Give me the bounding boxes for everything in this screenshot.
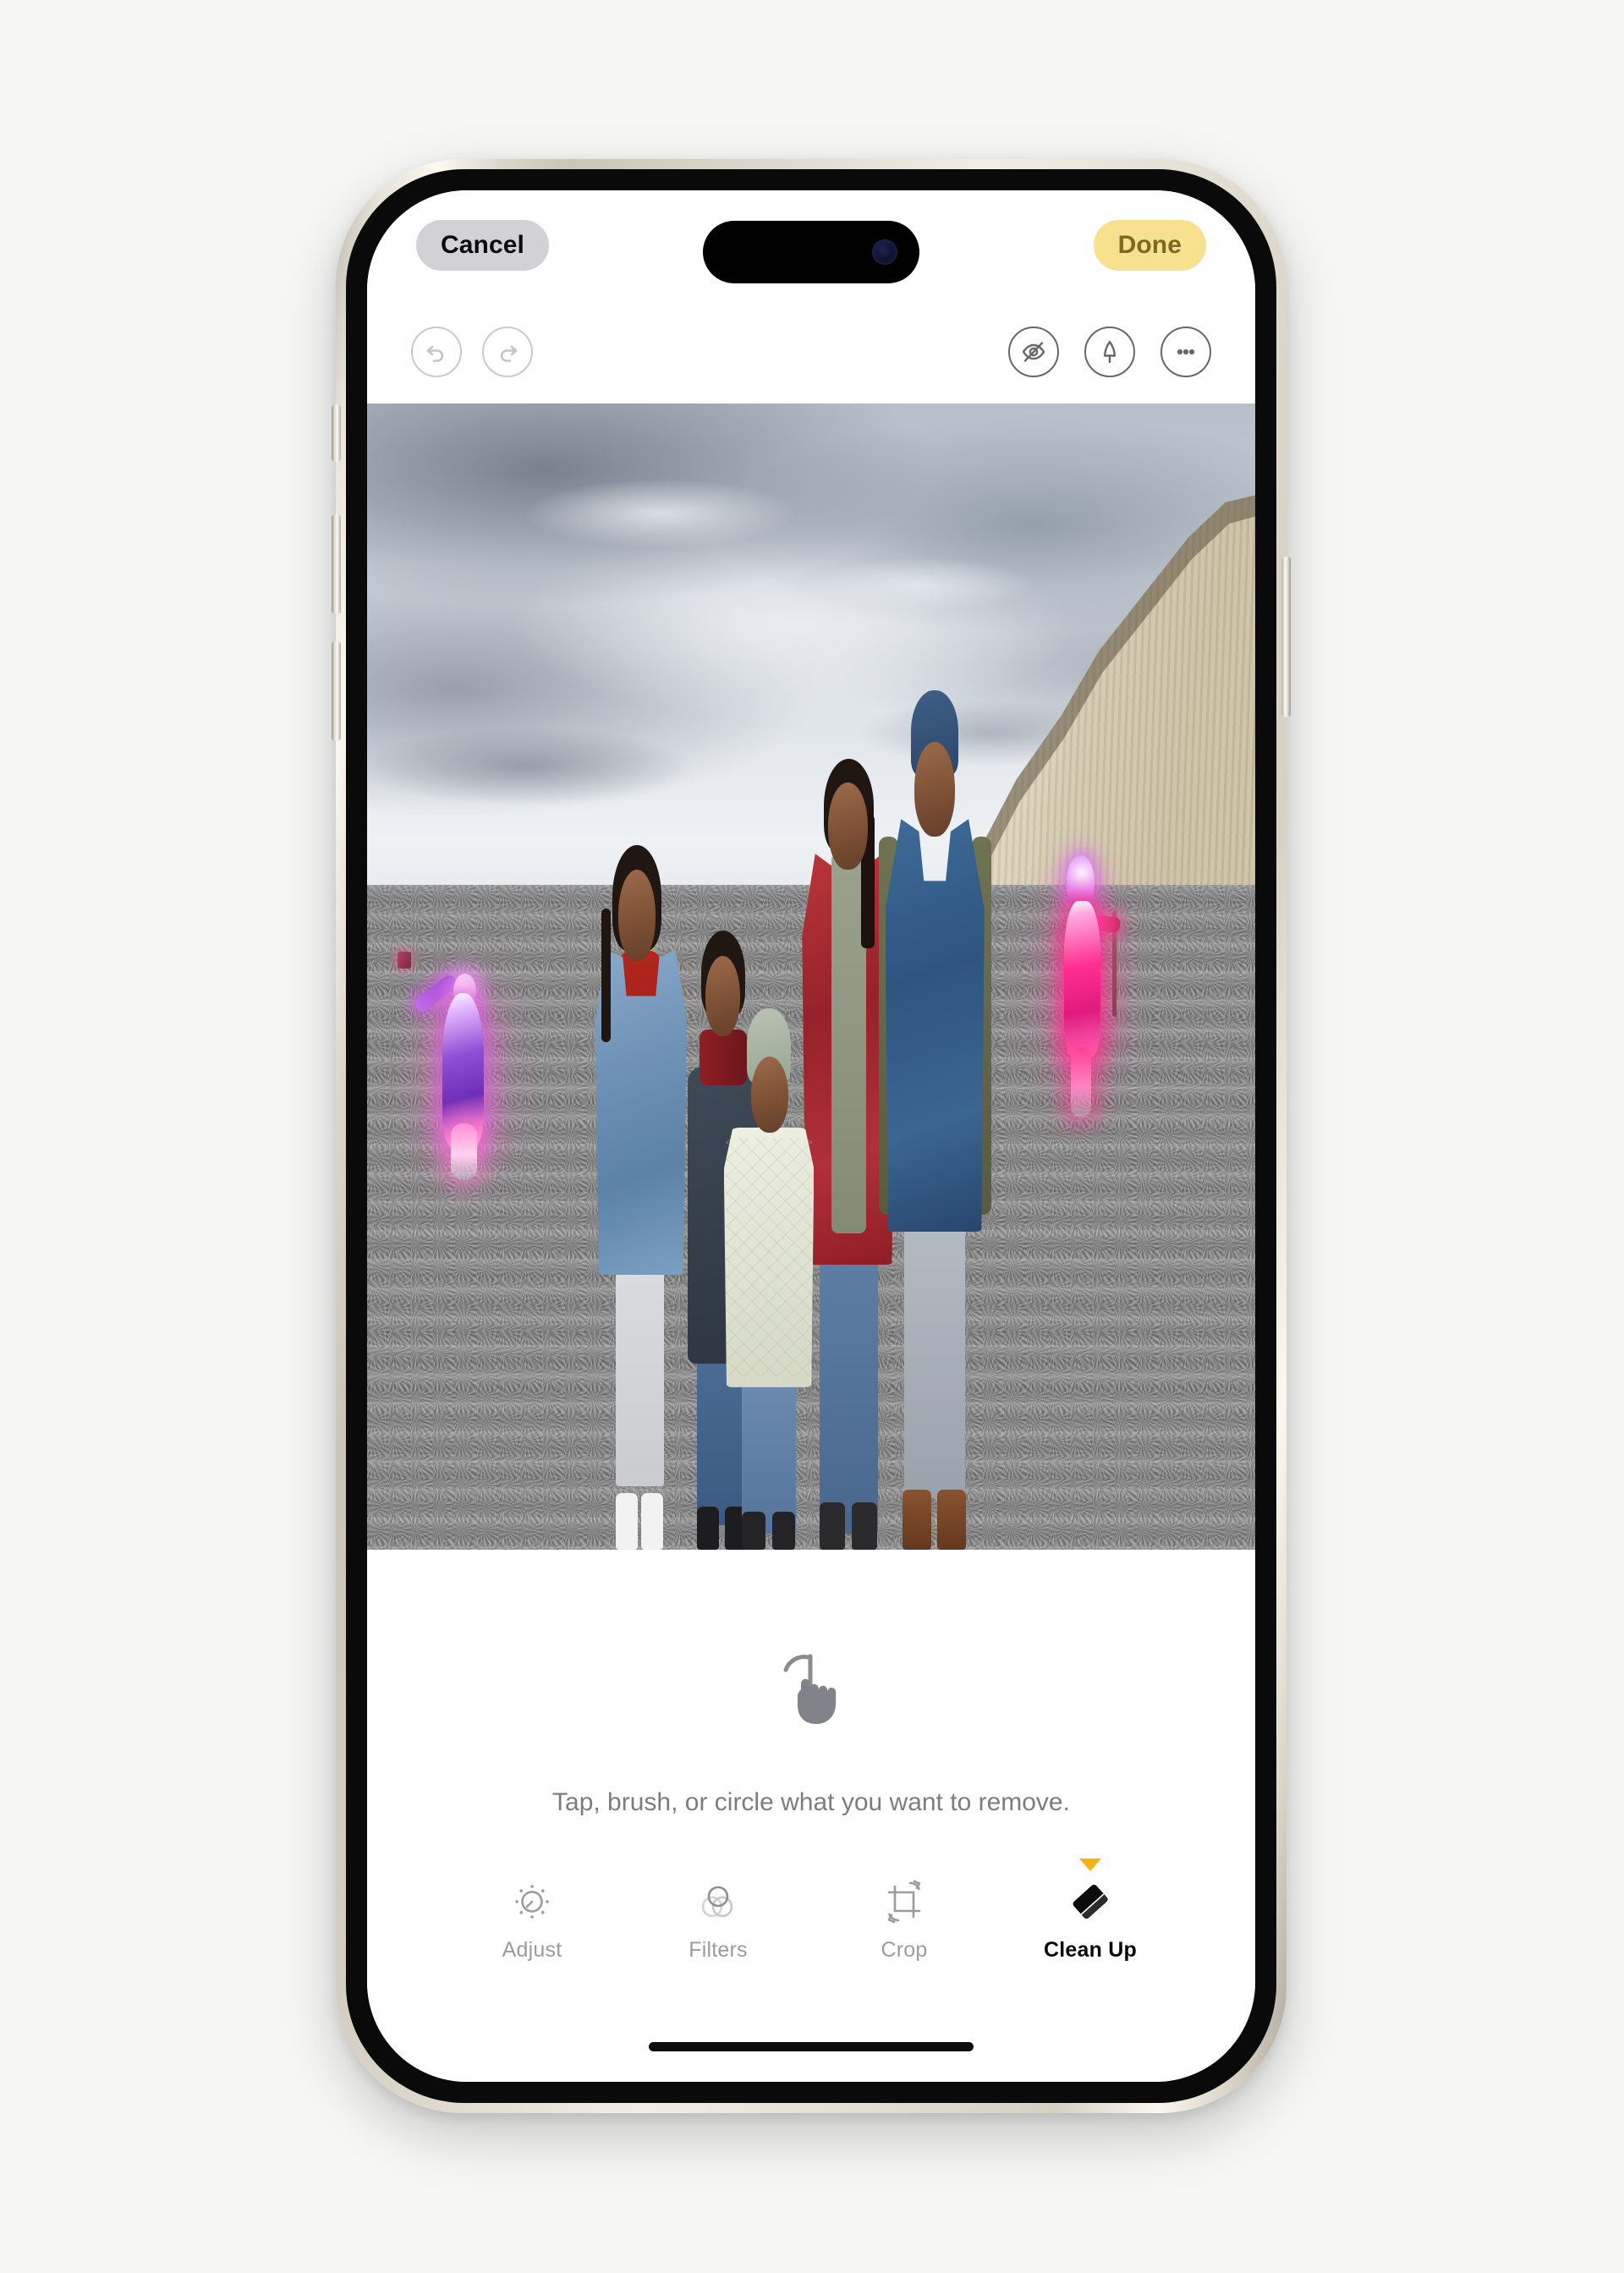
glow-subject-left[interactable] [398, 951, 505, 1181]
p1-braid [601, 908, 612, 1042]
p1-shoe-left [616, 1493, 639, 1550]
action-button[interactable] [332, 404, 341, 462]
p1-legs [616, 1254, 664, 1486]
p5-boot-right [936, 1489, 967, 1550]
p1-shoe-right [640, 1493, 663, 1550]
editor-utility-group [1008, 327, 1255, 377]
done-button[interactable]: Done [1093, 220, 1206, 271]
front-camera-icon [872, 239, 897, 265]
active-tool-marker [1079, 1858, 1101, 1871]
editor-tool-tabs: Adjust Filters Crop Clean Up [367, 1858, 1255, 1963]
volume-up-button[interactable] [332, 514, 341, 614]
p5-boot-left [902, 1489, 932, 1550]
p2-shoe-left [697, 1506, 720, 1550]
tool-cleanup-label: Clean Up [1044, 1938, 1137, 1962]
p3-face [750, 1057, 788, 1133]
editor-bottom-panel: Tap, brush, or circle what you want to r… [367, 1550, 1255, 2082]
p4-shoe-left [820, 1502, 845, 1550]
undo-redo-group [367, 327, 533, 377]
iphone-device-frame: Cancel Done Tap, brush, or circle what y… [332, 159, 1291, 2113]
screenshot-canvas: Cancel Done Tap, brush, or circle what y… [0, 0, 1624, 2273]
redo-icon[interactable] [482, 327, 533, 377]
p1-face [617, 869, 656, 962]
cleanup-hint-text: Tap, brush, or circle what you want to r… [552, 1788, 1070, 1816]
p3-shoe-right [771, 1512, 795, 1550]
device-screen: Cancel Done Tap, brush, or circle what y… [367, 190, 1255, 2082]
p4-shoe-right [852, 1502, 877, 1550]
photo-canvas[interactable] [367, 404, 1255, 1550]
adjust-dial-icon [508, 1875, 556, 1928]
tool-crop-label: Crop [881, 1938, 928, 1962]
family-group [590, 689, 991, 1550]
p3-quilt-pattern [726, 1138, 813, 1377]
power-button[interactable] [1281, 557, 1291, 717]
p5-face [914, 741, 956, 837]
person-man-vest [878, 689, 991, 1550]
tool-cleanup[interactable]: Clean Up [1034, 1858, 1146, 1963]
home-indicator[interactable] [649, 2042, 974, 2051]
tool-adjust[interactable]: Adjust [476, 1875, 588, 1963]
more-options-icon[interactable] [1160, 327, 1211, 377]
edited-photo[interactable] [367, 404, 1255, 1550]
tool-adjust-label: Adjust [502, 1938, 562, 1962]
cancel-button[interactable]: Cancel [416, 220, 549, 271]
p5-blue-vest [885, 819, 985, 1232]
edit-action-toolbar [367, 300, 1255, 404]
markup-pen-icon[interactable] [1084, 327, 1135, 377]
glow-subject-right[interactable] [1051, 850, 1122, 1118]
volume-down-button[interactable] [332, 641, 341, 741]
person-child-beanie [721, 1007, 816, 1550]
undo-icon[interactable] [411, 327, 462, 377]
dynamic-island [703, 221, 919, 283]
tap-hand-icon [776, 1650, 847, 1729]
glow-left-flag [398, 951, 412, 969]
p3-shoe-left [742, 1512, 765, 1550]
tool-crop[interactable]: Crop [848, 1875, 960, 1963]
glow-left-legs [451, 1123, 477, 1181]
filters-circles-icon [694, 1875, 742, 1928]
glow-right-legs [1071, 1046, 1091, 1118]
tool-filters[interactable]: Filters [662, 1875, 774, 1963]
glow-right-body [1064, 901, 1100, 1057]
p5-legs [904, 1205, 965, 1499]
device-bezel: Cancel Done Tap, brush, or circle what y… [346, 169, 1276, 2103]
eraser-icon [1066, 1875, 1115, 1928]
p4-face [828, 782, 868, 870]
crop-rotate-icon [881, 1875, 928, 1928]
eye-slash-icon[interactable] [1008, 327, 1059, 377]
tool-filters-label: Filters [689, 1938, 748, 1962]
p4-legs [820, 1249, 878, 1535]
p3-legs [742, 1370, 796, 1534]
